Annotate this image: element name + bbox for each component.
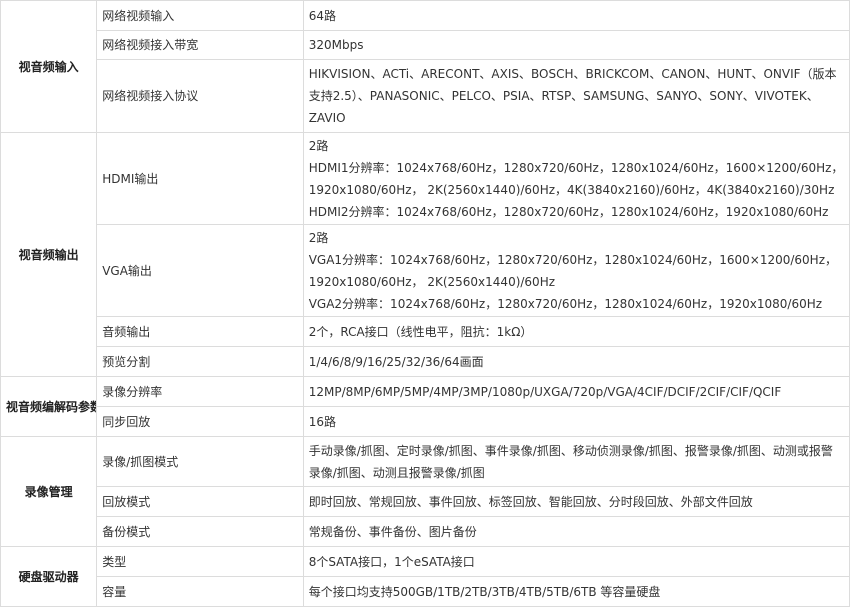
table-row: 网络视频接入带宽 320Mbps bbox=[1, 30, 850, 60]
table-row: 视音频编解码参数 录像分辨率 12MP/8MP/6MP/5MP/4MP/3MP/… bbox=[0, 376, 850, 437]
spec-name: VGA输出 bbox=[96, 224, 304, 317]
table-row: 预览分割 1/4/6/8/9/16/25/32/36/64画面 bbox=[1, 346, 850, 377]
table-row: 同步回放 16路 bbox=[1, 406, 850, 437]
spec-value: 即时回放、常规回放、事件回放、标签回放、智能回放、分时段回放、外部文件回放 bbox=[302, 486, 850, 517]
spec-value: 每个接口均支持500GB/1TB/2TB/3TB/4TB/5TB/6TB 等容量… bbox=[302, 576, 850, 607]
spec-name: 录像分辨率 bbox=[96, 376, 304, 407]
spec-name: 网络视频接入带宽 bbox=[96, 30, 304, 60]
spec-name: 网络视频输入 bbox=[96, 0, 304, 31]
category-cell: 硬盘驱动器 bbox=[0, 546, 98, 607]
spec-name: 音频输出 bbox=[96, 316, 304, 347]
table-row: 视音频输入 网络视频输入 64路 bbox=[0, 0, 850, 133]
spec-value: 16路 bbox=[302, 406, 850, 437]
spec-name: 网络视频接入协议 bbox=[96, 59, 304, 133]
spec-name: 录像/抓图模式 bbox=[96, 436, 304, 487]
spec-value: 手动录像/抓图、定时录像/抓图、事件录像/抓图、移动侦测录像/抓图、报警录像/抓… bbox=[302, 436, 850, 487]
spec-value: 2路 HDMI1分辨率：1024x768/60Hz，1280x720/60Hz，… bbox=[302, 132, 850, 225]
spec-name: 容量 bbox=[96, 576, 304, 607]
table-row: 视音频输出 HDMI输出 2路 HDMI1分辨率：1024x768/60Hz，1… bbox=[0, 132, 850, 377]
table-row: 容量 每个接口均支持500GB/1TB/2TB/3TB/4TB/5TB/6TB … bbox=[1, 576, 850, 607]
spec-name: HDMI输出 bbox=[96, 132, 304, 225]
table-row: VGA输出 2路 VGA1分辨率：1024x768/60Hz，1280x720/… bbox=[1, 224, 850, 317]
table-row: 网络视频接入协议 HIKVISION、ACTi、ARECONT、AXIS、BOS… bbox=[1, 59, 850, 133]
spec-name: 预览分割 bbox=[96, 346, 304, 377]
category-cell: 视音频输出 bbox=[0, 132, 98, 377]
table-row: 备份模式 常规备份、事件备份、图片备份 bbox=[1, 516, 850, 547]
spec-name: 回放模式 bbox=[96, 486, 304, 517]
spec-value: 2个，RCA接口（线性电平，阻抗：1kΩ） bbox=[302, 316, 850, 347]
spec-value: 常规备份、事件备份、图片备份 bbox=[302, 516, 850, 547]
table-row: 硬盘驱动器 类型 8个SATA接口，1个eSATA接口 bbox=[0, 546, 850, 607]
spec-value: 1/4/6/8/9/16/25/32/36/64画面 bbox=[302, 346, 850, 377]
spec-value: 2路 VGA1分辨率：1024x768/60Hz，1280x720/60Hz，1… bbox=[302, 224, 850, 317]
spec-name: 类型 bbox=[96, 546, 304, 577]
spec-value: 8个SATA接口，1个eSATA接口 bbox=[302, 546, 850, 577]
category-cell: 视音频输入 bbox=[0, 0, 98, 133]
table-row: 录像管理 录像/抓图模式 手动录像/抓图、定时录像/抓图、事件录像/抓图、移动侦… bbox=[0, 436, 850, 547]
category-cell: 视音频编解码参数 bbox=[0, 376, 98, 437]
spec-value: HIKVISION、ACTi、ARECONT、AXIS、BOSCH、BRICKC… bbox=[302, 59, 850, 133]
table-row: 回放模式 即时回放、常规回放、事件回放、标签回放、智能回放、分时段回放、外部文件… bbox=[1, 486, 850, 517]
spec-value: 12MP/8MP/6MP/5MP/4MP/3MP/1080p/UXGA/720p… bbox=[302, 376, 850, 407]
spec-value: 64路 bbox=[302, 0, 850, 31]
spec-name: 同步回放 bbox=[96, 406, 304, 437]
table-row: 音频输出 2个，RCA接口（线性电平，阻抗：1kΩ） bbox=[1, 316, 850, 347]
spec-value: 320Mbps bbox=[302, 30, 850, 60]
spec-name: 备份模式 bbox=[96, 516, 304, 547]
spec-table: 视音频输入 网络视频输入 64路 网络视频接入带宽 320Mbps 网络视频接入… bbox=[0, 0, 850, 607]
category-cell: 录像管理 bbox=[0, 436, 98, 547]
